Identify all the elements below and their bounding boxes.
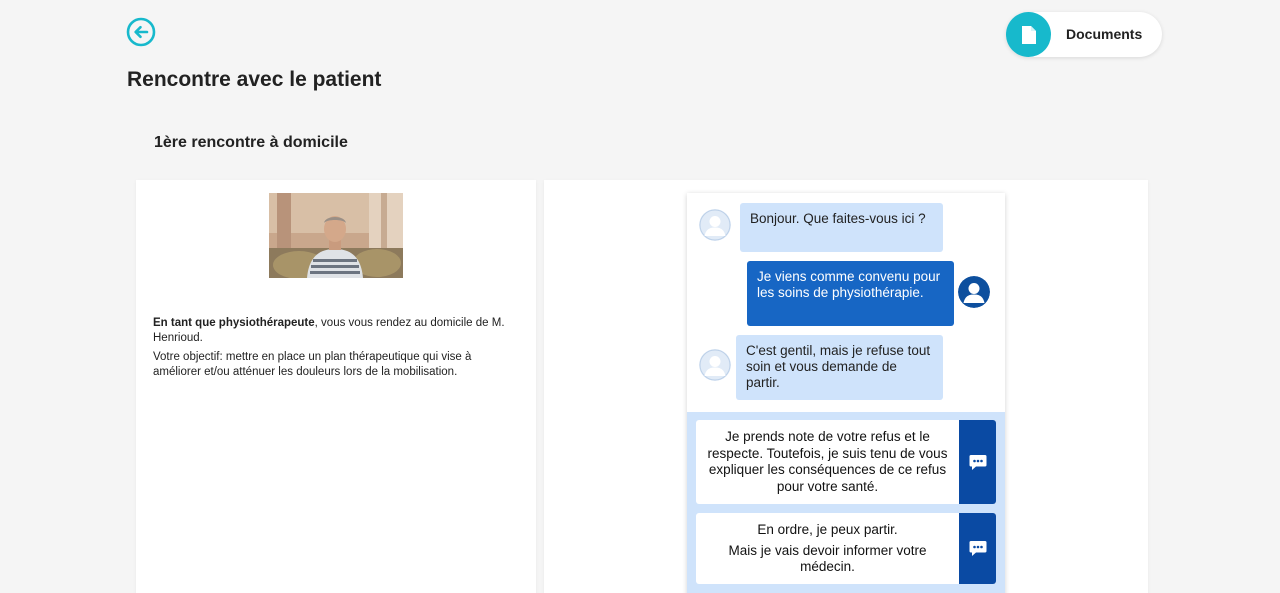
chat-card: Bonjour. Que faites-vous ici ? Je viens … (544, 180, 1148, 593)
documents-label: Documents (1066, 26, 1143, 42)
documents-button[interactable]: Documents (1006, 12, 1162, 57)
section-title: 1ère rencontre à domicile (154, 134, 348, 151)
response-option-explain[interactable]: Je prends note de votre refus et le resp… (696, 420, 996, 504)
option-line-1: En ordre, je peux partir. (757, 522, 898, 537)
chat-message-patient: Bonjour. Que faites-vous ici ? (740, 203, 943, 252)
chat-message-patient: C'est gentil, mais je refuse tout soin e… (736, 335, 943, 400)
back-button[interactable] (126, 17, 156, 47)
patient-avatar-icon (699, 209, 731, 241)
option-text: Je prends note de votre refus et le resp… (707, 429, 948, 494)
page-title: Rencontre avec le patient (127, 68, 382, 91)
user-avatar-icon (958, 276, 990, 308)
chat-message-user: Je viens comme convenu pour les soins de… (747, 261, 954, 326)
response-options: Je prends note de votre refus et le resp… (687, 412, 1005, 593)
intro-role: En tant que physiothérapeute, vous vous … (153, 316, 513, 346)
patient-avatar-icon (699, 349, 731, 381)
option-line-2: Mais je vais devoir informer votre médec… (728, 542, 927, 575)
chat-bubble-icon[interactable] (959, 420, 996, 504)
intro-objective: Votre objectif: mettre en place un plan … (153, 351, 472, 378)
intro-card: En tant que physiothérapeute, vous vous … (136, 180, 536, 593)
intro-role-bold: En tant que physiothérapeute (153, 317, 315, 329)
chat-bubble-icon[interactable] (959, 513, 996, 584)
chat-panel: Bonjour. Que faites-vous ici ? Je viens … (687, 193, 1005, 593)
document-icon (1006, 12, 1051, 57)
patient-photo (269, 193, 403, 278)
response-option-leave[interactable]: En ordre, je peux partir. Mais je vais d… (696, 513, 996, 584)
option-text: En ordre, je peux partir. Mais je vais d… (696, 522, 959, 576)
arrow-left-circle-icon (126, 17, 156, 47)
intro-text: En tant que physiothérapeute, vous vous … (153, 316, 513, 384)
